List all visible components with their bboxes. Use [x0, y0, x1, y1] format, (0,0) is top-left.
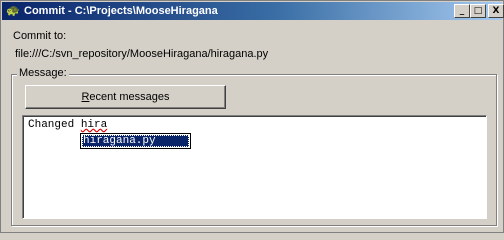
autocomplete-item[interactable]: hiragana.py: [82, 135, 189, 147]
message-text-prefix: Changed: [28, 119, 81, 131]
commit-to-label: Commit to:: [13, 30, 67, 42]
recent-messages-label: ecent messages: [89, 91, 170, 103]
message-group-label: Message:: [17, 67, 69, 79]
tortoise-icon: 🐢: [6, 5, 20, 17]
message-textarea[interactable]: Changed hira: [22, 115, 487, 219]
title-bar[interactable]: 🐢 Commit - C:\Projects\MooseHiragana _ □…: [2, 2, 504, 20]
repository-path: file:///C:/svn_repository/MooseHiragana/…: [15, 48, 269, 60]
minimize-button[interactable]: _: [454, 4, 470, 18]
close-button[interactable]: X: [488, 4, 504, 18]
autocomplete-popup: hiragana.py: [80, 133, 191, 149]
message-text: Changed hira: [28, 119, 107, 131]
maximize-button[interactable]: □: [470, 4, 486, 18]
window-title: Commit - C:\Projects\MooseHiragana: [24, 5, 218, 17]
recent-messages-button[interactable]: Recent messages: [25, 85, 226, 109]
commit-window: 🐢 Commit - C:\Projects\MooseHiragana _ □…: [0, 0, 504, 233]
misspelled-word: hira: [80, 119, 108, 131]
